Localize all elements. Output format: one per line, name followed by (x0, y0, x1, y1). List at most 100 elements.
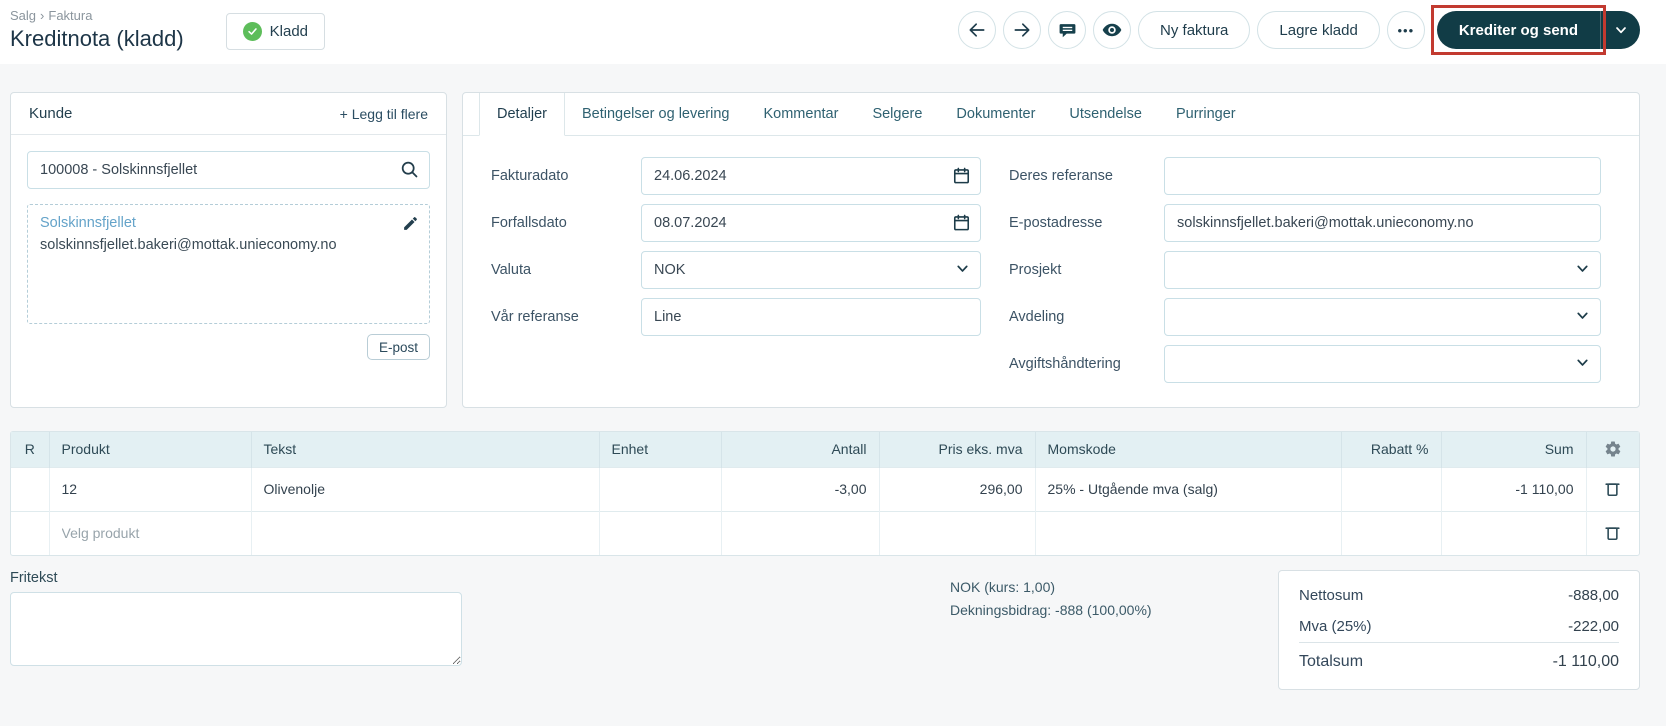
back-button[interactable] (958, 11, 997, 49)
tab-bar: Detaljer Betingelser og levering Komment… (463, 93, 1639, 136)
calendar-icon[interactable] (952, 213, 971, 232)
preview-button[interactable] (1093, 11, 1132, 49)
free-text-area[interactable] (10, 592, 462, 666)
due-date-input[interactable] (641, 204, 981, 242)
chevron-down-icon (1613, 22, 1629, 38)
forward-button[interactable] (1003, 11, 1042, 49)
table-settings-button[interactable] (1602, 438, 1624, 460)
cell-antall[interactable]: -3,00 (721, 466, 880, 511)
project-label: Prosjekt (1009, 262, 1062, 278)
chevron-down-icon[interactable] (954, 260, 971, 277)
email-button[interactable]: E-post (366, 334, 430, 360)
customer-card: Solskinnsfjellet solskinnsfjellet.bakeri… (27, 204, 430, 324)
netsum-value: -888,00 (1568, 587, 1619, 604)
cell-momskode[interactable]: 25% - Utgående mva (salg) (1035, 466, 1342, 511)
customer-name-link[interactable]: Solskinnsfjellet (40, 215, 417, 231)
tab-purringer[interactable]: Purringer (1159, 93, 1253, 135)
credit-and-send-dropdown-toggle[interactable] (1600, 11, 1640, 49)
currency-select[interactable] (641, 251, 981, 289)
toolbar: Ny faktura Lagre kladd ••• Krediter og s… (958, 5, 1640, 55)
status-badge-label: Kladd (269, 23, 309, 40)
tab-betingelser-og-levering[interactable]: Betingelser og levering (565, 93, 747, 135)
cell-r[interactable] (11, 466, 50, 511)
page-title: Kreditnota (kladd) (10, 26, 184, 51)
primary-split-button: Krediter og send (1430, 5, 1640, 55)
chevron-down-icon[interactable] (1574, 354, 1591, 371)
breadcrumb-faktura[interactable]: Faktura (48, 8, 92, 23)
currency-info-block: NOK (kurs: 1,00) Dekningsbidrag: -888 (1… (950, 576, 1152, 622)
col-header-sum[interactable]: Sum (1441, 432, 1587, 467)
trash-icon (1603, 479, 1622, 498)
breadcrumb-salg[interactable]: Salg (10, 8, 36, 23)
contribution-margin-text: Dekningsbidrag: -888 (100,00%) (950, 602, 1152, 618)
totals-box: Nettosum -888,00 Mva (25%) -222,00 Total… (1278, 570, 1640, 690)
cell-produkt[interactable]: 12 (49, 466, 252, 511)
chat-icon (1058, 21, 1077, 40)
vat-value: -222,00 (1568, 618, 1619, 635)
currency-rate-text: NOK (kurs: 1,00) (950, 579, 1056, 595)
col-header-r[interactable]: R (11, 432, 50, 467)
comments-button[interactable] (1048, 11, 1087, 49)
email-address-label: E-postadresse (1009, 215, 1103, 231)
department-select[interactable] (1164, 298, 1601, 336)
col-header-antall[interactable]: Antall (721, 432, 880, 467)
search-icon[interactable] (399, 159, 420, 180)
our-reference-input[interactable] (641, 298, 981, 336)
tab-detaljer[interactable]: Detaljer (479, 93, 565, 136)
vat-row: Mva (25%) -222,00 (1299, 611, 1619, 642)
calendar-icon[interactable] (952, 166, 971, 185)
invoice-date-label: Fakturadato (491, 168, 569, 184)
currency-label: Valuta (491, 262, 532, 278)
col-header-momskode[interactable]: Momskode (1035, 432, 1342, 467)
ellipsis-icon: ••• (1397, 22, 1415, 38)
select-product-input[interactable] (61, 525, 239, 542)
totalsum-value: -1 110,00 (1552, 652, 1619, 670)
chevron-down-icon[interactable] (1574, 307, 1591, 324)
new-invoice-button[interactable]: Ny faktura (1138, 11, 1251, 49)
cell-enhet[interactable] (599, 466, 722, 511)
breadcrumb-separator: › (40, 8, 45, 23)
their-reference-input[interactable] (1164, 157, 1601, 195)
email-address-input[interactable] (1164, 204, 1601, 242)
department-label: Avdeling (1009, 309, 1065, 325)
invoice-date-input[interactable] (641, 157, 981, 195)
footer: Fritekst NOK (kurs: 1,00) Dekningsbidrag… (10, 570, 1640, 725)
gear-icon (1604, 440, 1622, 458)
totalsum-label: Totalsum (1299, 652, 1364, 670)
delete-row-button[interactable] (1601, 477, 1624, 500)
check-circle-icon (242, 22, 262, 41)
col-header-rabatt[interactable]: Rabatt % (1341, 432, 1442, 467)
col-header-produkt[interactable]: Produkt (49, 432, 252, 467)
tab-selgere[interactable]: Selgere (855, 93, 939, 135)
tab-dokumenter[interactable]: Dokumenter (939, 93, 1052, 135)
chevron-down-icon[interactable] (1574, 260, 1591, 277)
col-header-pris[interactable]: Pris eks. mva (879, 432, 1036, 467)
top-bar: Salg › Faktura Kreditnota (kladd) Kladd Ny… (0, 0, 1666, 64)
tab-utsendelse[interactable]: Utsendelse (1052, 93, 1159, 135)
our-reference-label: Vår referanse (491, 309, 579, 325)
save-draft-button[interactable]: Lagre kladd (1257, 11, 1380, 49)
table-row-new[interactable] (11, 510, 1639, 555)
product-lines-table: R Produkt Tekst Enhet Antall Pris eks. m… (10, 431, 1640, 556)
cell-sum[interactable]: -1 110,00 (1441, 466, 1587, 511)
project-select[interactable] (1164, 251, 1601, 289)
more-options-button[interactable]: ••• (1386, 11, 1425, 49)
col-header-tekst[interactable]: Tekst (251, 432, 600, 467)
cell-pris[interactable]: 296,00 (879, 466, 1036, 511)
status-badge: Kladd (225, 13, 326, 50)
table-row[interactable]: 12 Olivenolje -3,00 296,00 25% - Utgåend… (11, 466, 1639, 511)
col-header-enhet[interactable]: Enhet (599, 432, 722, 467)
cell-rabatt[interactable] (1341, 466, 1442, 511)
credit-and-send-button[interactable]: Krediter og send (1436, 11, 1600, 49)
arrow-right-icon (1012, 20, 1032, 40)
vat-handling-select[interactable] (1164, 345, 1601, 383)
tab-kommentar[interactable]: Kommentar (746, 93, 855, 135)
add-more-customers-link[interactable]: + Legg til flere (340, 106, 428, 122)
due-date-label: Forfallsdato (491, 215, 567, 231)
their-reference-label: Deres referanse (1009, 168, 1113, 184)
delete-row-button[interactable] (1601, 521, 1624, 544)
vat-label: Mva (25%) (1299, 618, 1372, 635)
customer-search-input[interactable] (27, 151, 430, 189)
edit-pencil-icon[interactable] (402, 215, 419, 232)
cell-tekst[interactable]: Olivenolje (251, 466, 600, 511)
